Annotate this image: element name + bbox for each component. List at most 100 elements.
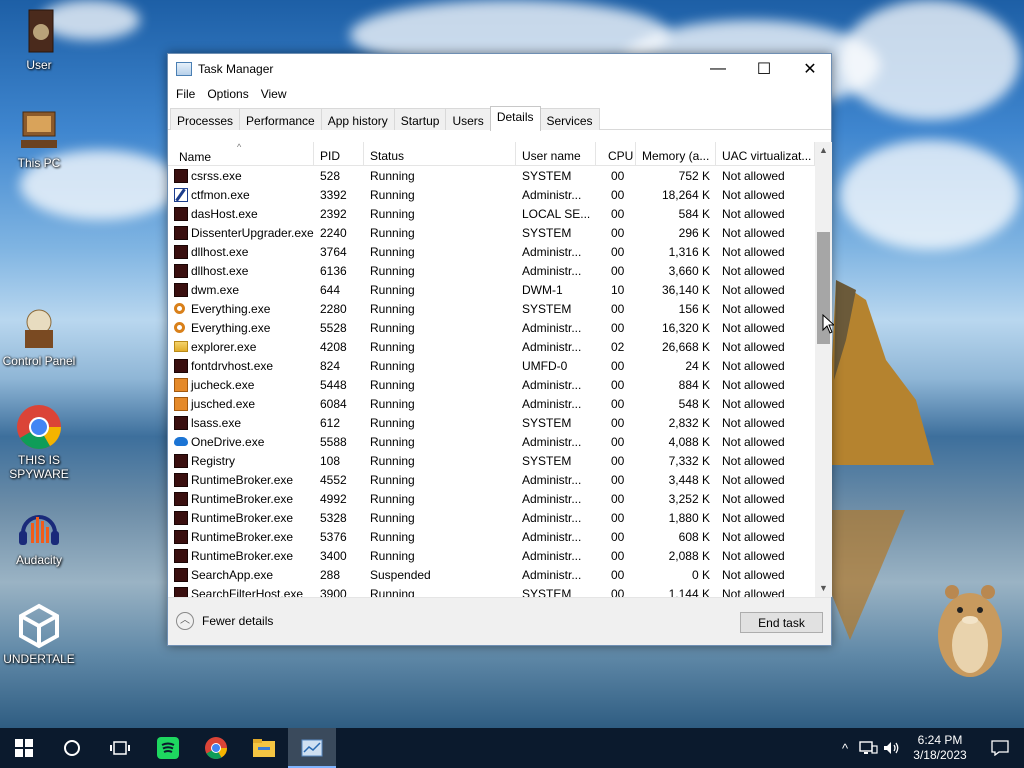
start-button[interactable] bbox=[0, 728, 48, 768]
column-header-cpu[interactable]: CPU bbox=[596, 142, 636, 165]
volume-icon[interactable] bbox=[882, 740, 902, 756]
tab-processes[interactable]: Processes bbox=[170, 108, 241, 130]
scroll-up-icon[interactable]: ▲ bbox=[815, 142, 832, 159]
menu-view[interactable]: View bbox=[255, 84, 293, 106]
cell-user-name: SYSTEM bbox=[522, 415, 572, 430]
minimize-button[interactable]: — bbox=[695, 54, 741, 84]
taskbar-task-manager[interactable] bbox=[288, 728, 336, 768]
fewer-details-link[interactable]: ︿ Fewer details bbox=[176, 612, 273, 630]
table-row[interactable]: OneDrive.exe 5588 Running Administr... 00 4,0… bbox=[168, 432, 815, 451]
table-row[interactable]: dwm.exe 644 Running DWM-1 10 36,140 K Not allo… bbox=[168, 280, 815, 299]
desktop-icon-this-pc[interactable]: This PC bbox=[0, 106, 78, 170]
clock-date: 3/18/2023 bbox=[913, 748, 967, 762]
process-icon bbox=[174, 567, 188, 582]
cell-cpu: 00 bbox=[611, 244, 625, 259]
table-row[interactable]: DissenterUpgrader.exe 2240 Running SYSTEM 00… bbox=[168, 223, 815, 242]
table-row[interactable]: jucheck.exe 5448 Running Administr... 00 884 … bbox=[168, 375, 815, 394]
vertical-scrollbar[interactable]: ▲ ▼ bbox=[815, 142, 832, 597]
cell-uac: Not allowed bbox=[722, 377, 785, 392]
cell-pid: 528 bbox=[320, 168, 341, 183]
cell-memory: 584 K bbox=[678, 206, 710, 221]
cell-uac: Not allowed bbox=[722, 529, 785, 544]
action-center-button[interactable] bbox=[976, 728, 1024, 768]
sort-ascending-icon: ^ bbox=[237, 142, 242, 152]
table-row[interactable]: csrss.exe 528 Running SYSTEM 00 752 K Not allo… bbox=[168, 166, 815, 185]
cell-memory: 24 K bbox=[685, 358, 710, 373]
tab-performance[interactable]: Performance bbox=[239, 108, 322, 130]
cell-pid: 2280 bbox=[320, 301, 347, 316]
table-row[interactable]: explorer.exe 4208 Running Administr... 02 26,… bbox=[168, 337, 815, 356]
scroll-down-icon[interactable]: ▼ bbox=[815, 580, 832, 597]
task-view-button[interactable] bbox=[96, 728, 144, 768]
search-button[interactable] bbox=[48, 728, 96, 768]
table-row[interactable]: RuntimeBroker.exe 5328 Running Administr...… bbox=[168, 508, 815, 527]
column-header-status[interactable]: Status bbox=[364, 142, 516, 165]
cell-name: Everything.exe bbox=[168, 321, 314, 335]
menu-file[interactable]: File bbox=[170, 84, 201, 106]
table-row[interactable]: ctfmon.exe 3392 Running Administr... 00 18,26… bbox=[168, 185, 815, 204]
table-row[interactable]: RuntimeBroker.exe 4992 Running Administr...… bbox=[168, 489, 815, 508]
close-button[interactable]: ✕ bbox=[787, 54, 833, 84]
column-header-user-name[interactable]: User name bbox=[516, 142, 596, 165]
process-name: jusched.exe bbox=[191, 396, 256, 411]
taskbar-file-explorer[interactable] bbox=[240, 728, 288, 768]
cell-uac: Not allowed bbox=[722, 415, 785, 430]
desktop-icon-control-panel[interactable]: Control Panel bbox=[0, 304, 78, 368]
cell-name: ctfmon.exe bbox=[168, 187, 314, 202]
table-row[interactable]: SearchApp.exe 288 Suspended Administr... 00 0… bbox=[168, 565, 815, 584]
end-task-button[interactable]: End task bbox=[740, 612, 823, 633]
cell-status: Running bbox=[370, 339, 415, 354]
table-row[interactable]: SearchFilterHost.exe 3900 Running SYSTEM 00 1… bbox=[168, 584, 815, 597]
table-row[interactable]: fontdrvhost.exe 824 Running UMFD-0 00 24 K Not… bbox=[168, 356, 815, 375]
desktop-icon-spyware[interactable]: THIS IS SPYWARE bbox=[0, 403, 78, 481]
table-row[interactable]: Everything.exe 2280 Running SYSTEM 00 156 K No… bbox=[168, 299, 815, 318]
taskbar-chrome[interactable] bbox=[192, 728, 240, 768]
cell-pid: 5328 bbox=[320, 510, 347, 525]
desktop-icon-user[interactable]: User bbox=[0, 8, 78, 72]
table-row[interactable]: dasHost.exe 2392 Running LOCAL SE... 00 584 K… bbox=[168, 204, 815, 223]
taskbar-spotify[interactable] bbox=[144, 728, 192, 768]
table-row[interactable]: lsass.exe 612 Running SYSTEM 00 2,832 K Not al… bbox=[168, 413, 815, 432]
cell-status: Running bbox=[370, 225, 415, 240]
tab-users[interactable]: Users bbox=[445, 108, 491, 130]
show-hidden-icons-button[interactable]: ^ bbox=[834, 741, 856, 756]
notification-icon bbox=[991, 740, 1009, 756]
cell-name: SearchApp.exe bbox=[168, 567, 314, 582]
cell-pid: 6136 bbox=[320, 263, 347, 278]
column-header-uac[interactable]: UAC virtualizat... bbox=[716, 142, 815, 165]
network-icon[interactable] bbox=[858, 740, 878, 756]
tab-services[interactable]: Services bbox=[539, 108, 600, 130]
column-header-pid[interactable]: PID bbox=[314, 142, 364, 165]
cell-uac: Not allowed bbox=[722, 225, 785, 240]
cell-memory: 1,316 K bbox=[668, 244, 710, 259]
table-row[interactable]: RuntimeBroker.exe 5376 Running Administr...… bbox=[168, 527, 815, 546]
maximize-button[interactable]: ☐ bbox=[741, 54, 787, 84]
cell-status: Running bbox=[370, 434, 415, 449]
cell-status: Running bbox=[370, 396, 415, 411]
task-manager-icon bbox=[301, 739, 323, 757]
tab-details[interactable]: Details bbox=[489, 106, 541, 131]
cell-pid: 3400 bbox=[320, 548, 347, 563]
table-row[interactable]: Registry 108 Running SYSTEM 00 7,332 K Not all… bbox=[168, 451, 815, 470]
column-header-memory[interactable]: Memory (a... bbox=[636, 142, 716, 165]
cell-cpu: 00 bbox=[611, 453, 625, 468]
process-name: jucheck.exe bbox=[191, 377, 255, 392]
tab-app-history[interactable]: App history bbox=[320, 108, 395, 130]
cell-user-name: Administr... bbox=[522, 434, 582, 449]
title-bar[interactable]: Task Manager — ☐ ✕ bbox=[168, 54, 831, 84]
tab-startup[interactable]: Startup bbox=[393, 108, 447, 130]
desktop-icon-undertale[interactable]: UNDERTALE bbox=[0, 602, 78, 666]
cell-uac: Not allowed bbox=[722, 358, 785, 373]
cell-cpu: 10 bbox=[611, 282, 625, 297]
desktop-icon-label: UNDERTALE bbox=[3, 652, 75, 666]
process-name: Everything.exe bbox=[191, 320, 271, 335]
table-row[interactable]: jusched.exe 6084 Running Administr... 00 548 … bbox=[168, 394, 815, 413]
table-row[interactable]: RuntimeBroker.exe 3400 Running Administr...… bbox=[168, 546, 815, 565]
menu-options[interactable]: Options bbox=[201, 84, 254, 106]
desktop-icon-audacity[interactable]: Audacity bbox=[0, 503, 78, 567]
table-row[interactable]: dllhost.exe 6136 Running Administr... 00 3,66… bbox=[168, 261, 815, 280]
clock[interactable]: 6:24 PM 3/18/2023 bbox=[904, 733, 976, 763]
table-row[interactable]: RuntimeBroker.exe 4552 Running Administr...… bbox=[168, 470, 815, 489]
table-row[interactable]: dllhost.exe 3764 Running Administr... 00 1,31… bbox=[168, 242, 815, 261]
table-row[interactable]: Everything.exe 5528 Running Administr... 00 1… bbox=[168, 318, 815, 337]
